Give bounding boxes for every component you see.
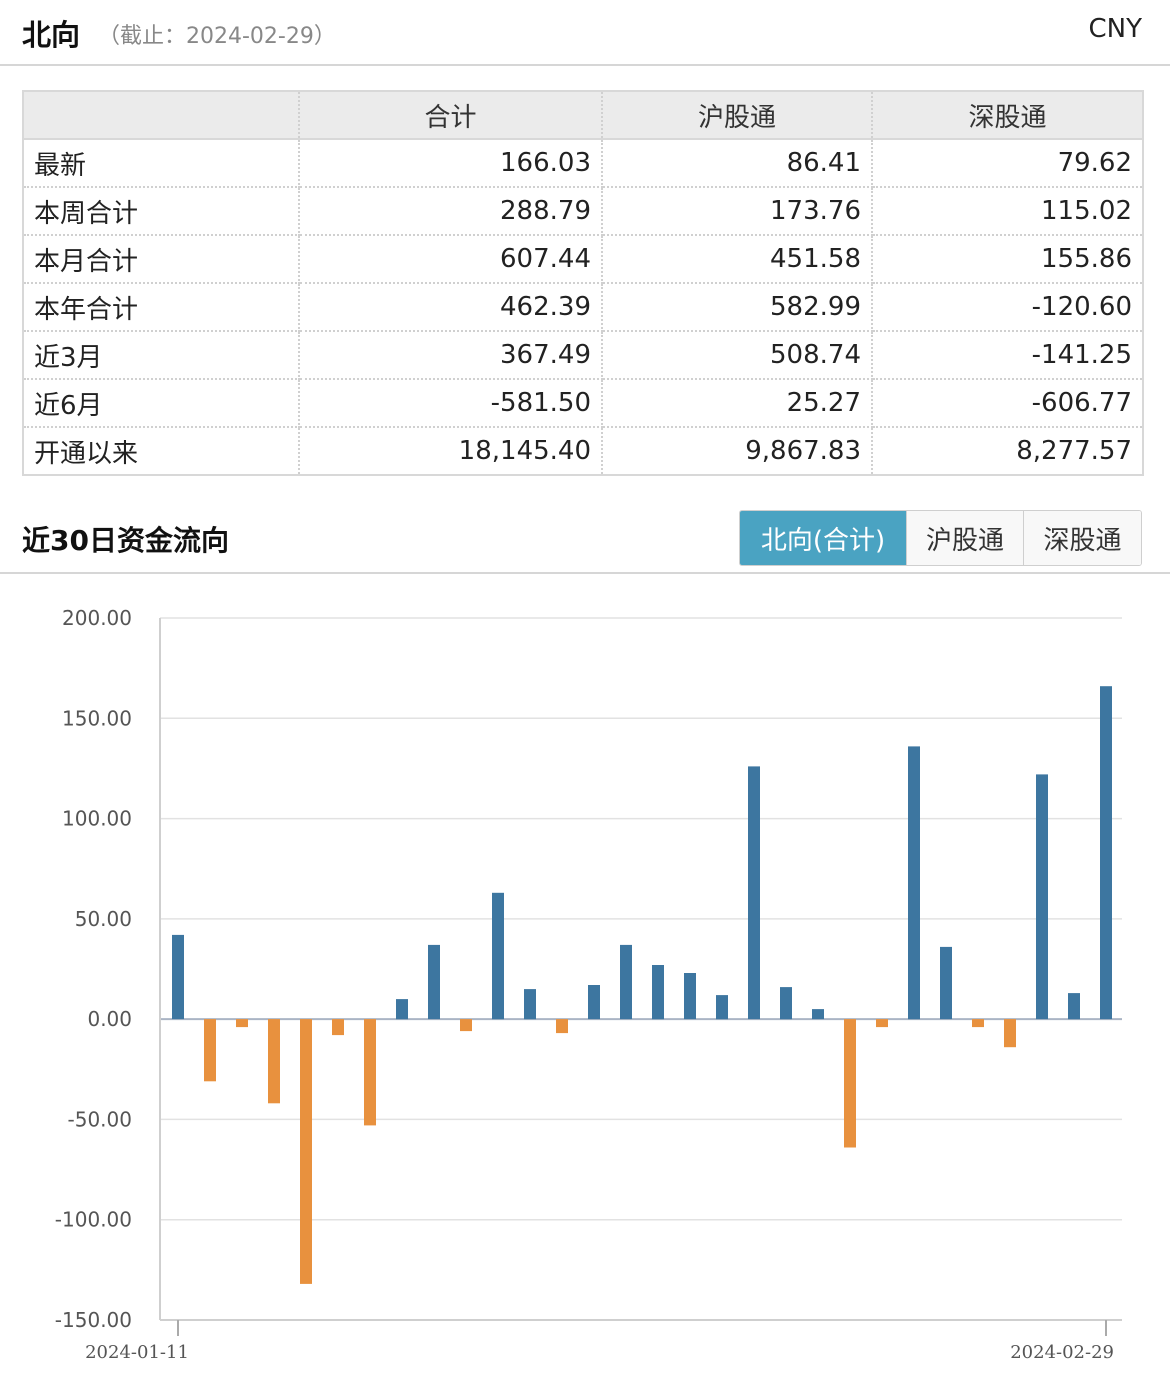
bar <box>492 892 504 1020</box>
bar <box>876 1019 888 1028</box>
row-label: 本年合计 <box>22 282 300 332</box>
flow-tabs: 北向(合计) 沪股通 深股通 <box>739 510 1142 566</box>
row-label: 最新 <box>22 138 300 188</box>
table-header-row: 合计 沪股通 深股通 <box>22 90 1144 140</box>
fund-flow-chart: 200.00 150.00 100.00 50.00 0.00 -50.00 -100.00… <box>55 606 1122 1363</box>
bar <box>1036 774 1048 1020</box>
table-row: 本周合计 288.79 173.76 115.02 <box>22 186 1144 236</box>
bar <box>364 1019 376 1126</box>
bar <box>620 944 632 1020</box>
y-tick-label: 0.00 <box>87 1007 132 1031</box>
value-cell-sh: 86.41 <box>601 138 873 188</box>
x-tick-label: 2024-02-29 <box>1010 1342 1114 1363</box>
table-header-cell: 沪股通 <box>601 90 873 140</box>
value-cell-sh: 25.27 <box>601 378 873 428</box>
value-cell-total: 607.44 <box>298 234 603 284</box>
table-row: 本月合计 607.44 451.58 155.86 <box>22 234 1144 284</box>
value-cell-sh: 508.74 <box>601 330 873 380</box>
value-cell-sz: 8,277.57 <box>871 426 1144 476</box>
bar <box>684 973 696 1020</box>
table-header-cell: 深股通 <box>871 90 1144 140</box>
y-tick-label: 150.00 <box>62 706 132 730</box>
y-tick-label: 50.00 <box>75 907 132 931</box>
value-cell-sz: -141.25 <box>871 330 1144 380</box>
bar <box>460 1019 472 1032</box>
section-divider <box>0 572 1170 574</box>
row-label: 近3月 <box>22 330 300 380</box>
bar <box>268 1019 280 1104</box>
bar <box>1068 993 1080 1020</box>
value-cell-total: 288.79 <box>298 186 603 236</box>
value-cell-total: -581.50 <box>298 378 603 428</box>
bar <box>588 985 600 1020</box>
table-row: 近3月 367.49 508.74 -141.25 <box>22 330 1144 380</box>
value-cell-total: 367.49 <box>298 330 603 380</box>
bar <box>748 766 760 1020</box>
currency-label: CNY <box>1088 14 1143 44</box>
bar <box>300 1019 312 1284</box>
row-label: 近6月 <box>22 378 300 428</box>
value-cell-total: 18,145.40 <box>298 426 603 476</box>
bar <box>652 965 664 1020</box>
y-tick-label: -100.00 <box>55 1208 132 1232</box>
section-title: 近30日资金流向 <box>22 524 229 557</box>
bar <box>332 1019 344 1036</box>
table-row: 近6月 -581.50 25.27 -606.77 <box>22 378 1144 428</box>
bar <box>524 989 536 1020</box>
y-tick-label: 100.00 <box>62 807 132 831</box>
value-cell-total: 166.03 <box>298 138 603 188</box>
value-cell-sz: -606.77 <box>871 378 1144 428</box>
bar <box>396 999 408 1020</box>
value-cell-sh: 9,867.83 <box>601 426 873 476</box>
y-tick-label: -150.00 <box>55 1308 132 1332</box>
bar <box>716 995 728 1020</box>
bar <box>780 987 792 1020</box>
value-cell-sh: 173.76 <box>601 186 873 236</box>
bar <box>908 746 920 1020</box>
table-row: 最新 166.03 86.41 79.62 <box>22 138 1144 188</box>
x-tick-label: 2024-01-11 <box>85 1342 189 1363</box>
table-header-cell <box>22 90 300 140</box>
row-label: 开通以来 <box>22 426 300 476</box>
tab-northbound-total[interactable]: 北向(合计) <box>740 511 906 565</box>
y-tick-label: 200.00 <box>62 606 132 630</box>
header-bar: 北向 （截止：2024-02-29） CNY <box>0 0 1170 66</box>
value-cell-sz: 115.02 <box>871 186 1144 236</box>
bar <box>1004 1019 1016 1048</box>
row-label: 本月合计 <box>22 234 300 284</box>
bar <box>428 944 440 1020</box>
value-cell-sz: 79.62 <box>871 138 1144 188</box>
bar <box>1100 686 1112 1020</box>
bar <box>172 934 184 1020</box>
row-label: 本周合计 <box>22 186 300 236</box>
value-cell-sz: 155.86 <box>871 234 1144 284</box>
bar <box>556 1019 568 1034</box>
value-cell-total: 462.39 <box>298 282 603 332</box>
table-header-cell: 合计 <box>298 90 603 140</box>
tab-shenzhen-connect[interactable]: 深股通 <box>1023 511 1141 565</box>
as-of-date: （截止：2024-02-29） <box>98 24 336 49</box>
bar <box>812 1009 824 1020</box>
bar <box>972 1019 984 1028</box>
flow-summary-table: 合计 沪股通 深股通 最新 166.03 86.41 79.62 本周合计 288.79 1… <box>22 90 1144 476</box>
bar <box>236 1019 248 1028</box>
bar <box>204 1019 216 1082</box>
tab-shanghai-connect[interactable]: 沪股通 <box>906 511 1023 565</box>
table-row: 开通以来 18,145.40 9,867.83 8,277.57 <box>22 426 1144 476</box>
bar <box>844 1019 856 1148</box>
y-tick-label: -50.00 <box>68 1107 132 1131</box>
table-row: 本年合计 462.39 582.99 -120.60 <box>22 282 1144 332</box>
value-cell-sh: 451.58 <box>601 234 873 284</box>
value-cell-sh: 582.99 <box>601 282 873 332</box>
value-cell-sz: -120.60 <box>871 282 1144 332</box>
bar <box>940 946 952 1020</box>
page-title: 北向 <box>22 18 81 52</box>
